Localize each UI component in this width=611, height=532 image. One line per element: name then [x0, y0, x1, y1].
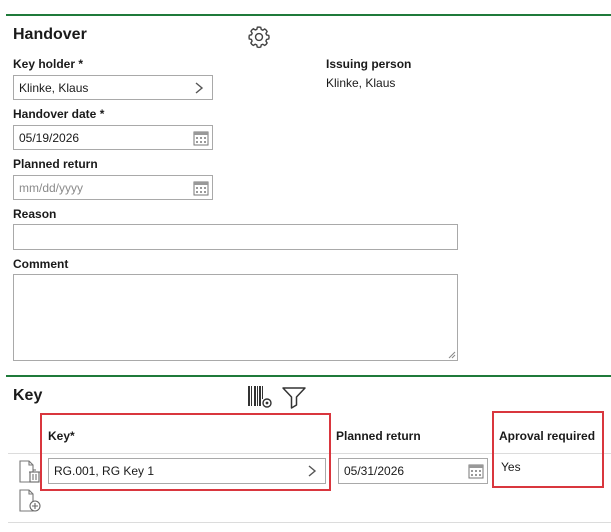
handover-title: Handover — [13, 26, 87, 43]
key-planned-return-value: 05/31/2026 — [344, 464, 405, 478]
issuing-person-label: Issuing person — [326, 57, 412, 71]
key-section-divider — [6, 375, 611, 377]
column-header-planned-return: Planned return — [336, 429, 421, 443]
reason-input[interactable] — [13, 224, 458, 250]
key-holder-label: Key holder * — [13, 57, 84, 71]
handover-date-field[interactable]: 05/19/2026 — [13, 125, 213, 150]
key-planned-return-field[interactable]: 05/31/2026 — [338, 458, 488, 484]
key-section-title: Key — [13, 387, 43, 404]
filter-icon[interactable] — [281, 385, 307, 411]
gear-icon[interactable] — [246, 24, 272, 50]
planned-return-field[interactable]: mm/dd/yyyy — [13, 175, 213, 200]
bottom-separator — [8, 522, 611, 523]
add-document-icon[interactable] — [17, 489, 43, 513]
chevron-right-icon[interactable] — [193, 81, 205, 95]
calendar-icon[interactable] — [193, 180, 209, 196]
calendar-icon[interactable] — [193, 130, 209, 146]
handover-date-label: Handover date * — [13, 107, 105, 121]
key-column-highlight — [40, 413, 331, 491]
calendar-icon[interactable] — [468, 463, 484, 479]
comment-label: Comment — [13, 257, 69, 271]
comment-textarea[interactable] — [13, 274, 458, 361]
reason-label: Reason — [13, 207, 57, 221]
planned-return-label: Planned return — [13, 157, 98, 171]
handover-date-value: 05/19/2026 — [19, 130, 80, 145]
resize-handle-icon[interactable] — [447, 350, 456, 359]
issuing-person-value: Klinke, Klaus — [326, 76, 396, 90]
planned-return-placeholder: mm/dd/yyyy — [19, 180, 84, 195]
approval-column-highlight — [492, 411, 604, 488]
key-holder-field[interactable]: Klinke, Klaus — [13, 75, 213, 100]
key-holder-value: Klinke, Klaus — [19, 80, 89, 95]
barcode-settings-icon[interactable] — [247, 384, 273, 410]
top-divider — [6, 14, 611, 16]
